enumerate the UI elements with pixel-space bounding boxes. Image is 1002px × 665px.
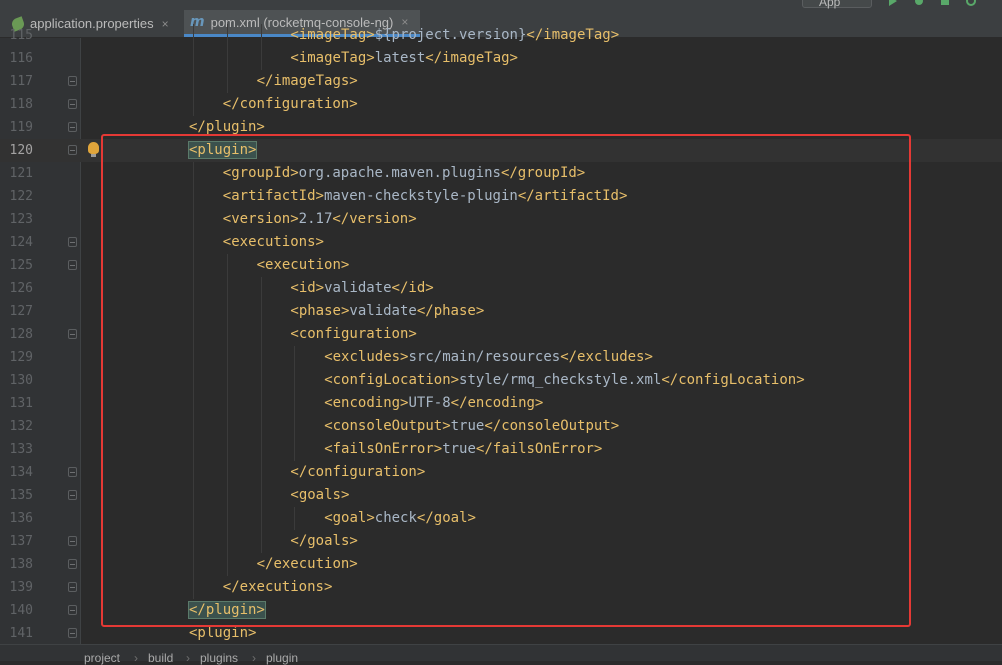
breadcrumb-separator: ›	[252, 651, 256, 665]
breadcrumb-item[interactable]: plugin	[266, 651, 298, 665]
fold-marker-icon[interactable]	[68, 99, 77, 109]
run-icon[interactable]	[888, 0, 898, 6]
indent-guide	[226, 47, 228, 70]
line-number: 140	[9, 603, 33, 618]
line-number: 122	[9, 189, 33, 204]
fold-marker-icon[interactable]	[68, 628, 77, 638]
fold-marker-icon[interactable]	[68, 490, 77, 500]
code-text: </imageTags>	[257, 70, 358, 93]
line-number: 128	[9, 327, 33, 342]
line-number: 139	[9, 580, 33, 595]
line-number: 131	[9, 396, 33, 411]
run-configuration-label: App	[819, 0, 841, 9]
fold-marker-icon[interactable]	[68, 237, 77, 247]
intention-bulb-icon[interactable]	[88, 142, 99, 157]
code-line[interactable]: 117 </imageTags>	[0, 70, 1002, 93]
fold-marker-icon[interactable]	[68, 76, 77, 86]
line-number: 117	[9, 74, 33, 89]
line-number: 130	[9, 373, 33, 388]
fold-marker-icon[interactable]	[68, 260, 77, 270]
fold-marker-icon[interactable]	[68, 467, 77, 477]
line-number: 129	[9, 350, 33, 365]
profile-icon[interactable]	[966, 0, 976, 6]
run-configuration-dropdown[interactable]: App	[802, 0, 872, 9]
fold-marker-icon[interactable]	[68, 605, 77, 615]
breadcrumb-separator: ›	[134, 651, 138, 665]
indent-guide	[193, 70, 194, 93]
xml-value: latest	[374, 50, 426, 66]
indent-guide	[193, 93, 194, 116]
fold-marker-icon[interactable]	[68, 145, 77, 155]
line-number: 134	[9, 465, 33, 480]
code-line[interactable]: 115 <imageTag>${project.version}</imageTa…	[0, 24, 1002, 47]
indent-guide	[193, 24, 194, 47]
indent-guide	[226, 24, 228, 47]
code-text: </configuration>	[223, 93, 358, 116]
code-line[interactable]: 118 </configuration>	[0, 93, 1002, 116]
fold-marker-icon[interactable]	[68, 536, 77, 546]
line-number: 115	[9, 28, 33, 43]
xml-tag: </imageTag>	[425, 50, 518, 66]
xml-tag: </configuration>	[222, 96, 358, 112]
code-line[interactable]: 116 <imageTag>latest</imageTag>	[0, 47, 1002, 70]
coverage-icon[interactable]	[940, 0, 950, 6]
line-number: 126	[9, 281, 33, 296]
line-number: 125	[9, 258, 33, 273]
breadcrumb-item[interactable]: plugins	[200, 651, 238, 665]
fold-marker-icon[interactable]	[68, 559, 77, 569]
xml-tag: <plugin>	[189, 625, 257, 641]
breadcrumb-item[interactable]: project	[84, 651, 120, 665]
line-number: 119	[9, 120, 33, 135]
xml-tag: </imageTag>	[526, 27, 620, 43]
line-number: 124	[9, 235, 33, 250]
xml-tag: <imageTag>	[290, 27, 375, 43]
line-number: 132	[9, 419, 33, 434]
line-number: 116	[9, 51, 33, 66]
indent-guide	[193, 47, 194, 70]
line-number: 133	[9, 442, 33, 457]
indent-guide	[226, 70, 228, 93]
line-number: 120	[9, 143, 33, 158]
breadcrumb-separator: ›	[186, 651, 190, 665]
breadcrumb-item[interactable]: build	[148, 651, 173, 665]
line-number: 136	[9, 511, 33, 526]
line-number: 137	[9, 534, 33, 549]
indent-guide	[260, 47, 262, 70]
fold-marker-icon[interactable]	[68, 582, 77, 592]
line-number: 135	[9, 488, 33, 503]
line-number: 123	[9, 212, 33, 227]
xml-value: ${project.version}	[374, 27, 527, 43]
code-text: <imageTag>latest</imageTag>	[290, 47, 518, 70]
xml-tag: <imageTag>	[290, 50, 375, 66]
line-number: 118	[9, 97, 33, 112]
line-number: 121	[9, 166, 33, 181]
fold-marker-icon[interactable]	[68, 329, 77, 339]
annotation-highlight-box	[101, 134, 911, 627]
debug-icon[interactable]	[914, 0, 924, 6]
line-number: 127	[9, 304, 33, 319]
code-text: <imageTag>${project.version}</imageTag>	[290, 24, 619, 47]
xml-tag: </imageTags>	[256, 73, 358, 89]
indent-guide	[260, 24, 262, 47]
breadcrumb: project › build › plugins › plugin	[0, 644, 1002, 665]
line-number: 141	[9, 626, 33, 641]
xml-tag: </plugin>	[189, 119, 265, 135]
fold-marker-icon[interactable]	[68, 122, 77, 132]
line-number: 138	[9, 557, 33, 572]
